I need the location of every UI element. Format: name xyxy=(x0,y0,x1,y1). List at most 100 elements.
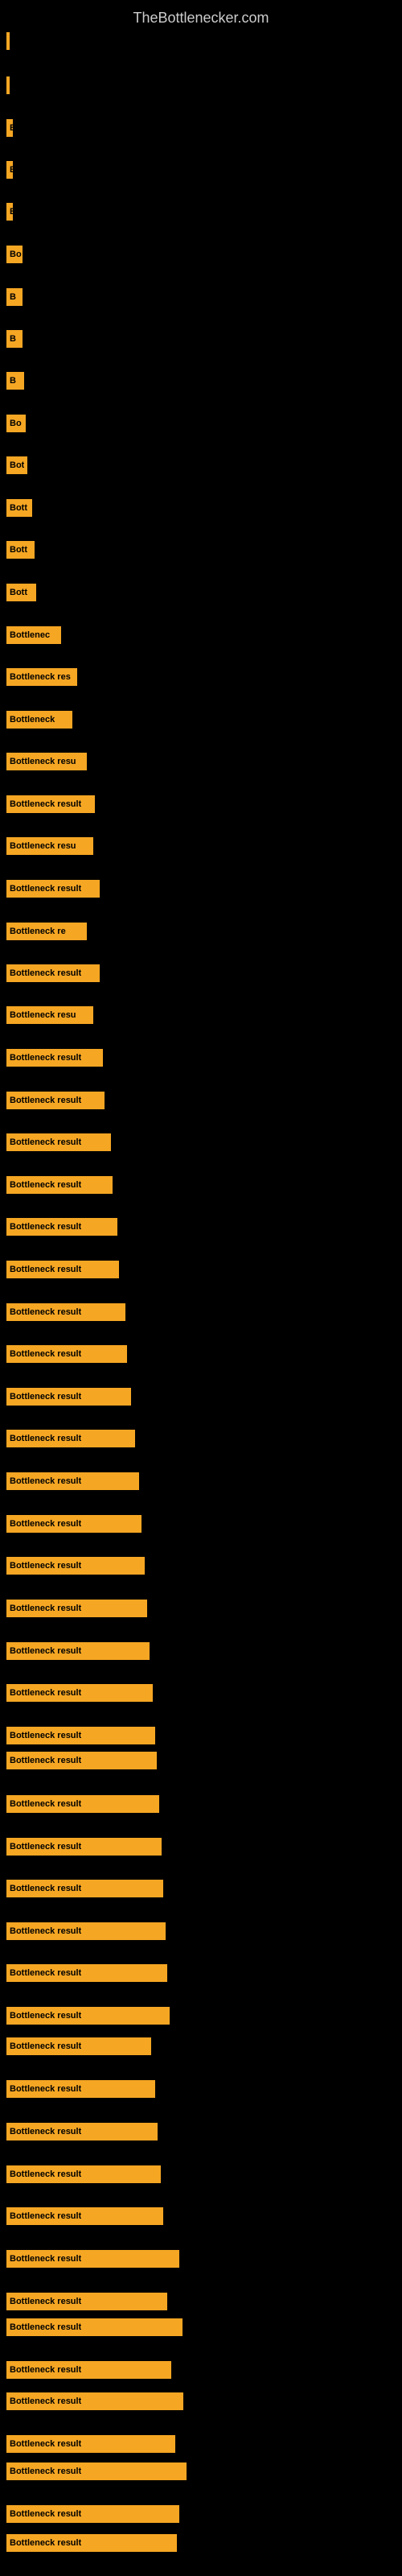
bar-fill: Bottleneck result xyxy=(6,1345,127,1363)
bar-item: Bottleneck re xyxy=(6,923,87,940)
bar-fill: Bottleneck result xyxy=(6,1727,155,1744)
bar-fill: Bottleneck result xyxy=(6,1752,157,1769)
bar-label: Bottleneck result xyxy=(10,1265,81,1274)
bar-label: Bottleneck result xyxy=(10,2322,81,2332)
bar-item: E xyxy=(6,203,13,221)
bar-fill: Bottleneck result xyxy=(6,2037,151,2055)
bar-fill: Bottleneck resu xyxy=(6,1006,93,1024)
bar-fill xyxy=(6,76,10,94)
bar-fill: Bott xyxy=(6,541,35,559)
bar-item: Bottleneck result xyxy=(6,1684,153,1702)
bar-item: E xyxy=(6,161,13,179)
bar-label: Bottleneck result xyxy=(10,968,81,978)
bar-label: E xyxy=(10,165,13,175)
bar-fill: E xyxy=(6,119,13,137)
bar-fill: Bottleneck result xyxy=(6,1922,166,1940)
bar-fill: Bottleneck xyxy=(6,711,72,729)
bar-label: Bottleneck result xyxy=(10,1646,81,1656)
bar-fill: Bottleneck result xyxy=(6,2462,187,2480)
bar-item: Bottleneck result xyxy=(6,2165,161,2183)
bar-label: Bottleneck xyxy=(10,715,55,724)
bar-item: Bottleneck result xyxy=(6,1727,155,1744)
bar-item: Bo xyxy=(6,415,26,432)
bar-label: Bottleneck result xyxy=(10,1731,81,1740)
bar-item: Bottleneck result xyxy=(6,2361,171,2379)
bar-fill: Bottleneck result xyxy=(6,2318,183,2336)
bar-label: Bottleneck result xyxy=(10,1137,81,1147)
bar-item: Bottleneck result xyxy=(6,1261,119,1278)
bar-label: Bottleneck result xyxy=(10,2365,81,2375)
bar-item: B xyxy=(6,288,23,306)
bar-item: Bottleneck result xyxy=(6,2037,151,2055)
bar-fill: Bottleneck result xyxy=(6,1600,147,1617)
bar-fill: Bottleneck result xyxy=(6,2080,155,2098)
bar-label: Bottleneck result xyxy=(10,1096,81,1105)
bar-item: Bottleneck result xyxy=(6,1176,113,1194)
bar-label: B xyxy=(10,376,16,386)
bar-label: E xyxy=(10,207,13,217)
site-title: TheBottlenecker.com xyxy=(0,3,402,33)
bar-label: Bott xyxy=(10,545,27,555)
bar-label: Bottleneck re xyxy=(10,927,66,936)
bar-fill: Bottleneck result xyxy=(6,1557,145,1575)
bar-label: Bottleneck result xyxy=(10,2297,81,2306)
bar-item: Bottleneck result xyxy=(6,1303,125,1321)
bar-label: Bottleneck result xyxy=(10,2169,81,2179)
bar-fill: Bottleneck result xyxy=(6,2007,170,2025)
bar-label: Bottleneck resu xyxy=(10,841,76,851)
bar-label: Bottleneck result xyxy=(10,1756,81,1765)
bar-fill: Bottleneck result xyxy=(6,1430,135,1447)
bar-label: Bottleneck result xyxy=(10,1519,81,1529)
bar-fill: Bottleneck result xyxy=(6,1880,163,1897)
bar-fill: Bottleneck result xyxy=(6,1515,142,1533)
bar-label: Bottleneck result xyxy=(10,799,81,809)
bar-fill: Bottleneck result xyxy=(6,2123,158,2140)
bar-item: Bottleneck result xyxy=(6,2293,167,2310)
bar-fill: Bottleneck result xyxy=(6,1388,131,1406)
bar-fill: Bottleneck result xyxy=(6,2293,167,2310)
bar-label: Bottleneck result xyxy=(10,1053,81,1063)
bar-item: Bottleneck result xyxy=(6,1642,150,1660)
bar-item: Bottleneck result xyxy=(6,1922,166,1940)
bar-label: Bottleneck result xyxy=(10,1842,81,1852)
bar-fill: Bo xyxy=(6,415,26,432)
bar-item: Bottleneck result xyxy=(6,1092,105,1109)
bar-fill: Bo xyxy=(6,246,23,263)
bar-item: Bottleneck result xyxy=(6,1600,147,1617)
bar-label: Bottleneck resu xyxy=(10,1010,76,1020)
bar-fill: Bottleneck result xyxy=(6,1261,119,1278)
bar-fill: Bottleneck result xyxy=(6,964,100,982)
bar-item: Bottleneck result xyxy=(6,1388,131,1406)
bar-item: Bottleneck result xyxy=(6,2534,177,2552)
bar-label: Bottleneck result xyxy=(10,1561,81,1571)
bar-label: Bottleneck result xyxy=(10,1476,81,1486)
bar-fill: Bottleneck result xyxy=(6,1795,159,1813)
bar-item: Bottleneck resu xyxy=(6,753,87,770)
bar-item: Bottleneck result xyxy=(6,1795,159,1813)
bar-fill: Bottleneck result xyxy=(6,1218,117,1236)
bar-fill: Bottleneck result xyxy=(6,1472,139,1490)
bar-item xyxy=(6,76,10,94)
bar-fill: Bottleneck res xyxy=(6,668,77,686)
bar-item: Bottleneck result xyxy=(6,880,100,898)
bar-item: Bottleneck xyxy=(6,711,72,729)
bar-fill: Bottleneck result xyxy=(6,2505,179,2523)
bar-fill: Bottleneck result xyxy=(6,880,100,898)
bar-label: Bottleneck res xyxy=(10,672,71,682)
bar-label: Bottleneck result xyxy=(10,2509,81,2519)
bar-label: Bottleneck result xyxy=(10,1926,81,1936)
bar-item: Bot xyxy=(6,456,27,474)
bar-fill: Bottleneck result xyxy=(6,2250,179,2268)
bar-fill: Bottleneck result xyxy=(6,2435,175,2453)
bar-item: B xyxy=(6,372,24,390)
bar-label: Bo xyxy=(10,250,22,259)
bar-label: Bottleneck result xyxy=(10,2041,81,2051)
bar-label: Bot xyxy=(10,460,24,470)
bar-label: Bottleneck result xyxy=(10,1180,81,1190)
bar-label: Bottleneck result xyxy=(10,2467,81,2476)
bar-label: Bottleneck result xyxy=(10,2211,81,2221)
bar-item: Bottleneck result xyxy=(6,1472,139,1490)
bar-item: Bottleneck result xyxy=(6,2318,183,2336)
bar-fill xyxy=(6,32,10,50)
bar-item: Bott xyxy=(6,541,35,559)
